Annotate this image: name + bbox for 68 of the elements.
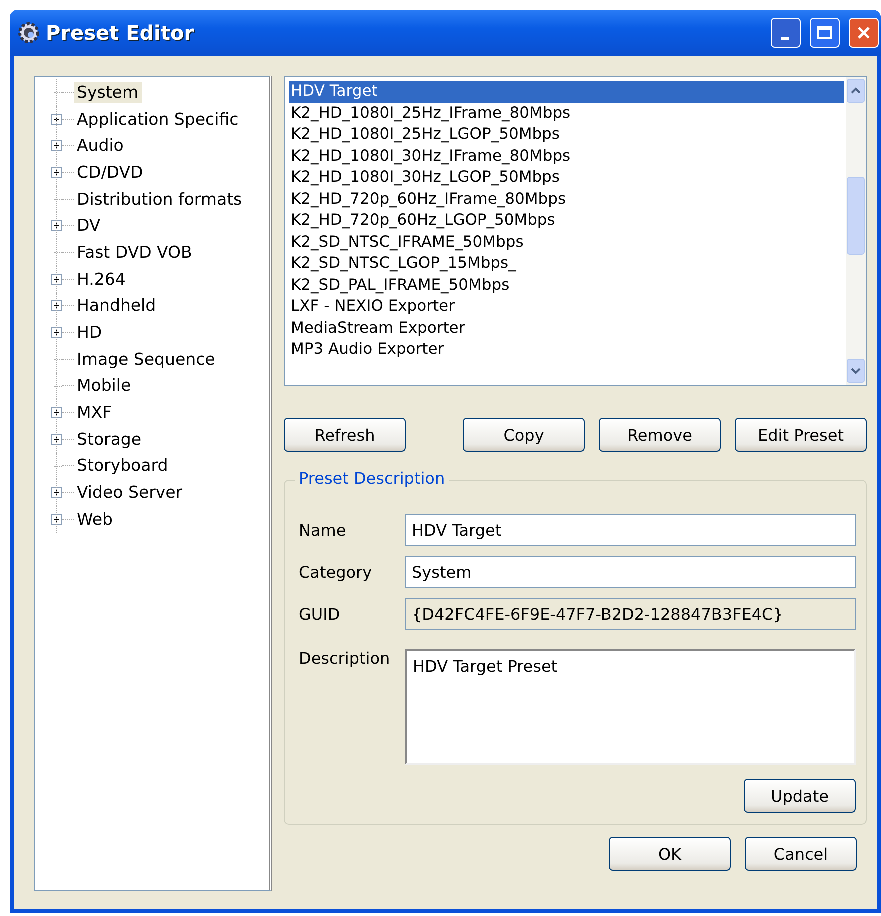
list-item[interactable]: K2_HD_720p_60Hz_LGOP_50Mbps — [289, 210, 844, 232]
group-title: Preset Description — [295, 469, 450, 488]
expand-icon[interactable] — [51, 274, 62, 285]
tree-item[interactable]: MXF — [74, 402, 116, 424]
tree-item[interactable]: CD/DVD — [74, 162, 146, 183]
list-item[interactable]: K2_HD_720p_60Hz_IFrame_80Mbps — [289, 188, 844, 210]
tree-item[interactable]: Handheld — [74, 295, 160, 316]
list-item[interactable]: MediaStream Exporter — [289, 318, 844, 339]
minimize-button[interactable] — [771, 18, 801, 48]
field-label: Name — [299, 520, 348, 540]
list-item[interactable]: K2_HD_1080I_25Hz_LGOP_50Mbps — [289, 124, 844, 146]
window-title: Preset Editor — [46, 21, 194, 45]
tree-item[interactable]: System — [74, 82, 142, 103]
tree-item[interactable]: Mobile — [74, 375, 134, 396]
list-item[interactable]: HDV Target — [289, 81, 844, 102]
refresh-button[interactable]: Refresh — [284, 418, 406, 452]
scroll-up-icon[interactable] — [847, 79, 865, 103]
expand-icon[interactable] — [51, 140, 62, 152]
remove-button[interactable]: Remove — [599, 418, 721, 452]
gear-icon — [18, 22, 40, 44]
text-field[interactable]: System — [405, 556, 856, 588]
field-label: Category — [299, 562, 374, 582]
tree-item[interactable]: Storyboard — [74, 455, 172, 476]
expand-icon[interactable] — [51, 300, 62, 312]
list-item[interactable]: K2_SD_NTSC_LGOP_15Mbps_ — [289, 253, 844, 274]
scroll-down-icon[interactable] — [847, 359, 865, 383]
expand-icon[interactable] — [51, 114, 62, 125]
field-label: GUID — [299, 604, 342, 624]
scrollbar[interactable] — [846, 77, 866, 385]
expand-icon[interactable] — [51, 434, 62, 445]
expand-icon[interactable] — [51, 327, 62, 338]
tree-item[interactable]: H.264 — [74, 268, 129, 290]
tree-item[interactable]: Audio — [74, 135, 127, 156]
tree-item[interactable]: Web — [74, 508, 116, 530]
edit-preset-button[interactable]: Edit Preset — [735, 418, 867, 452]
list-item[interactable]: K2_HD_1080I_30Hz_LGOP_50Mbps — [289, 167, 844, 188]
copy-button[interactable]: Copy — [463, 418, 585, 452]
field-label: Description — [299, 649, 392, 668]
expand-icon[interactable] — [51, 220, 62, 232]
text-field[interactable]: HDV Target — [405, 514, 856, 546]
minimize-icon — [781, 37, 791, 41]
maximize-icon — [817, 26, 833, 40]
tree-item[interactable]: Storage — [74, 428, 145, 450]
list-item[interactable]: K2_SD_NTSC_IFRAME_50Mbps — [289, 232, 844, 253]
expand-icon[interactable] — [51, 407, 62, 418]
tree-item[interactable]: Fast DVD VOB — [74, 242, 196, 263]
tree-item[interactable]: HD — [74, 322, 106, 344]
scroll-thumb[interactable] — [847, 177, 865, 255]
tree-item[interactable]: Application Specific — [74, 108, 242, 130]
tree-item[interactable]: Video Server — [74, 482, 186, 504]
tree-item[interactable]: Distribution formats — [74, 188, 246, 210]
ok-button[interactable]: OK — [609, 837, 731, 871]
update-button[interactable]: Update — [744, 779, 856, 813]
description-field[interactable]: HDV Target Preset — [405, 649, 856, 765]
tree-item[interactable]: Image Sequence — [74, 348, 218, 370]
list-item[interactable]: LXF - NEXIO Exporter — [289, 296, 844, 318]
list-item[interactable]: K2_SD_PAL_IFRAME_50Mbps — [289, 274, 844, 296]
maximize-button[interactable] — [810, 18, 840, 48]
close-button[interactable] — [849, 18, 879, 48]
tree-item[interactable]: DV — [74, 215, 104, 236]
expand-icon[interactable] — [51, 487, 62, 498]
expand-icon[interactable] — [51, 166, 62, 178]
list-item[interactable]: MP3 Audio Exporter — [289, 339, 844, 360]
list-item[interactable]: K2_HD_1080I_25Hz_IFrame_80Mbps — [289, 102, 844, 124]
close-icon — [857, 26, 871, 40]
list-item[interactable]: K2_HD_1080I_30Hz_IFrame_80Mbps — [289, 146, 844, 167]
expand-icon[interactable] — [51, 514, 62, 525]
cancel-button[interactable]: Cancel — [745, 837, 857, 871]
